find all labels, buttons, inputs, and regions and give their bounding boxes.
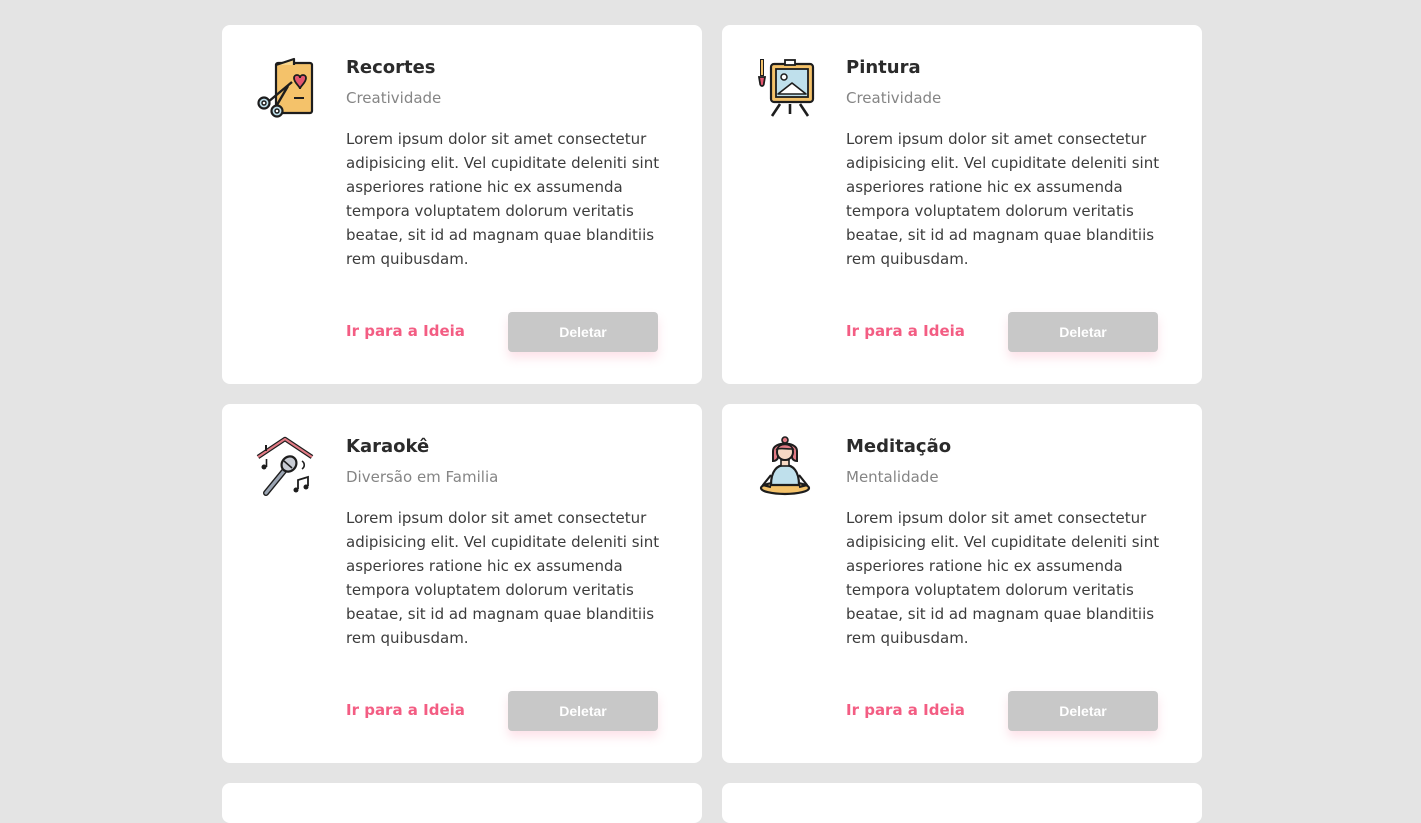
delete-button[interactable]: Deletar [508, 691, 658, 731]
idea-title: Pintura [846, 57, 921, 78]
ideas-grid: Recortes Creatividade Lorem ipsum dolor … [222, 25, 1202, 823]
go-to-idea-link[interactable]: Ir para a Ideia [346, 322, 465, 340]
go-to-idea-link[interactable]: Ir para a Ideia [346, 701, 465, 719]
go-to-idea-link[interactable]: Ir para a Ideia [846, 322, 965, 340]
go-to-idea-link[interactable]: Ir para a Ideia [846, 701, 965, 719]
easel-painting-icon [754, 56, 816, 118]
idea-card [222, 783, 702, 823]
delete-button[interactable]: Deletar [1008, 691, 1158, 731]
idea-description: Lorem ipsum dolor sit amet consectetur a… [846, 130, 1160, 268]
idea-description: Lorem ipsum dolor sit amet consectetur a… [846, 509, 1160, 647]
delete-button[interactable]: Deletar [1008, 312, 1158, 352]
idea-title: Recortes [346, 57, 436, 78]
idea-description: Lorem ipsum dolor sit amet consectetur a… [346, 130, 660, 268]
microphone-house-icon [254, 435, 316, 497]
delete-button[interactable]: Deletar [508, 312, 658, 352]
idea-category: Diversão em Familia [346, 468, 499, 486]
idea-card [722, 783, 1202, 823]
idea-category: Mentalidade [846, 468, 939, 486]
idea-description: Lorem ipsum dolor sit amet consectetur a… [346, 509, 660, 647]
idea-title: Meditação [846, 436, 952, 457]
idea-card: Recortes Creatividade Lorem ipsum dolor … [222, 25, 702, 384]
idea-card: Meditação Mentalidade Lorem ipsum dolor … [722, 404, 1202, 763]
idea-category: Creatividade [846, 89, 942, 107]
idea-card: Karaokê Diversão em Familia Lorem ipsum … [222, 404, 702, 763]
meditation-person-icon [754, 435, 816, 497]
scissors-card-icon [254, 56, 316, 118]
idea-card: Pintura Creatividade Lorem ipsum dolor s… [722, 25, 1202, 384]
idea-title: Karaokê [346, 436, 430, 457]
idea-category: Creatividade [346, 89, 442, 107]
